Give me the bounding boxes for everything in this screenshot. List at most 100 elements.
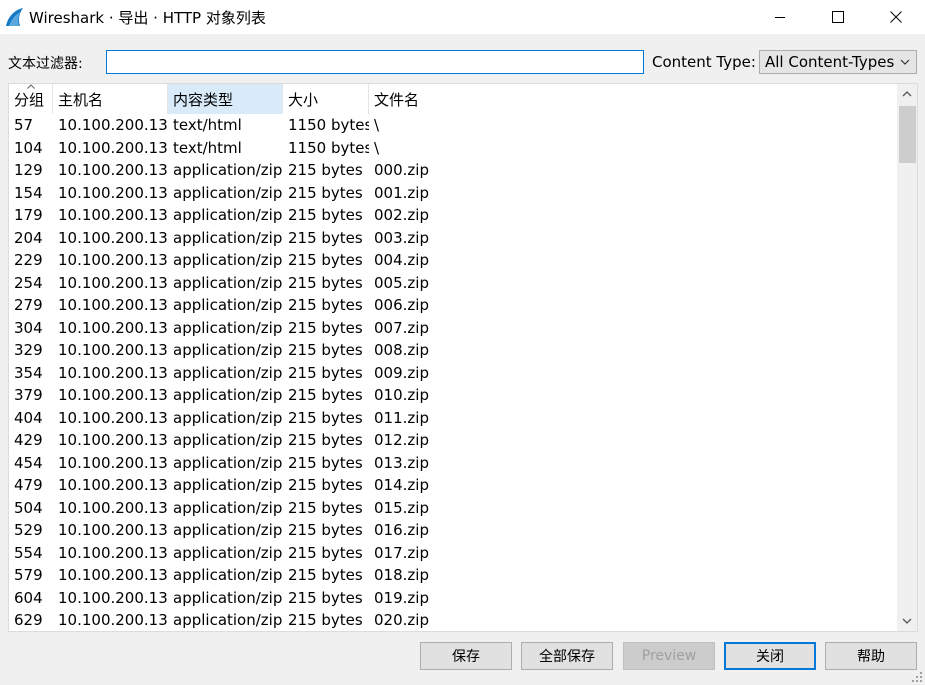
cell-filename: 018.zip [374, 566, 429, 585]
cell-content-type: application/zip [173, 498, 283, 517]
column-header-packet[interactable]: 分组 [9, 84, 53, 114]
chevron-down-icon [900, 59, 910, 65]
table-row[interactable]: 154 10.100.200.130 application/zip 215 byte… [9, 182, 897, 205]
cell-content-type: application/zip [173, 341, 283, 360]
close-button[interactable] [867, 0, 925, 34]
cell-size: 215 bytes [288, 476, 363, 495]
table-row[interactable]: 604 10.100.200.130 application/zip 215 byte… [9, 587, 897, 610]
table-row[interactable]: 57 10.100.200.130 text/html 1150 bytes \ [9, 114, 897, 137]
close-icon [890, 11, 902, 23]
table-row[interactable]: 504 10.100.200.130 application/zip 215 byte… [9, 497, 897, 520]
minimize-icon [775, 17, 785, 18]
table-row[interactable]: 379 10.100.200.130 application/zip 215 byte… [9, 384, 897, 407]
column-header-content-type[interactable]: 内容类型 [168, 84, 283, 114]
content-type-label: Content Type: [652, 53, 756, 71]
cell-hostname: 10.100.200.130 [58, 476, 168, 495]
cell-packet: 529 [14, 521, 43, 540]
cell-hostname: 10.100.200.130 [58, 116, 168, 135]
cell-hostname: 10.100.200.130 [58, 386, 168, 405]
table-row[interactable]: 329 10.100.200.130 application/zip 215 byte… [9, 339, 897, 362]
cell-hostname: 10.100.200.130 [58, 296, 168, 315]
cell-content-type: application/zip [173, 386, 283, 405]
content-type-select[interactable]: All Content-Types [759, 50, 917, 74]
table-row[interactable]: 129 10.100.200.130 application/zip 215 byte… [9, 159, 897, 182]
cell-size: 215 bytes [288, 588, 363, 607]
cell-packet: 179 [14, 206, 43, 225]
cell-size: 215 bytes [288, 161, 363, 180]
cell-size: 215 bytes [288, 363, 363, 382]
cell-size: 215 bytes [288, 318, 363, 337]
cell-filename: 000.zip [374, 161, 429, 180]
resize-grip-icon[interactable] [911, 671, 923, 683]
vertical-scrollbar[interactable] [897, 84, 917, 631]
cell-content-type: application/zip [173, 161, 283, 180]
table-row[interactable]: 304 10.100.200.130 application/zip 215 byte… [9, 317, 897, 340]
cell-hostname: 10.100.200.130 [58, 251, 168, 270]
cell-filename: \ [374, 116, 380, 135]
text-filter-input[interactable] [106, 50, 644, 74]
cell-packet: 104 [14, 138, 43, 157]
preview-button[interactable]: Preview [623, 642, 715, 670]
cell-content-type: application/zip [173, 296, 283, 315]
wireshark-fin-icon [6, 8, 23, 26]
maximize-icon [832, 11, 844, 23]
scroll-up-button[interactable] [897, 84, 917, 104]
table-row[interactable]: 404 10.100.200.130 application/zip 215 byte… [9, 407, 897, 430]
save-all-button[interactable]: 全部保存 [521, 642, 613, 670]
cell-hostname: 10.100.200.130 [58, 543, 168, 562]
cell-content-type: application/zip [173, 183, 283, 202]
table-row[interactable]: 529 10.100.200.130 application/zip 215 byte… [9, 519, 897, 542]
cell-hostname: 10.100.200.130 [58, 566, 168, 585]
title-bar[interactable]: Wireshark · 导出 · HTTP 对象列表 [0, 0, 925, 34]
cell-content-type: application/zip [173, 318, 283, 337]
minimize-button[interactable] [751, 0, 809, 34]
cell-filename: 008.zip [374, 341, 429, 360]
cell-hostname: 10.100.200.130 [58, 206, 168, 225]
cell-filename: \ [374, 138, 380, 157]
window-title: Wireshark · 导出 · HTTP 对象列表 [29, 8, 266, 27]
cell-size: 215 bytes [288, 431, 363, 450]
table-row[interactable]: 229 10.100.200.130 application/zip 215 byte… [9, 249, 897, 272]
table-row[interactable]: 554 10.100.200.130 application/zip 215 byte… [9, 542, 897, 565]
sort-caret-icon [27, 84, 35, 89]
cell-hostname: 10.100.200.130 [58, 318, 168, 337]
column-header-size[interactable]: 大小 [283, 84, 369, 114]
column-header-hostname[interactable]: 主机名 [53, 84, 168, 114]
table-row[interactable]: 479 10.100.200.130 application/zip 215 byte… [9, 474, 897, 497]
column-header-filename[interactable]: 文件名 [369, 84, 489, 114]
scroll-down-button[interactable] [897, 611, 917, 631]
scroll-thumb[interactable] [899, 106, 916, 163]
cell-hostname: 10.100.200.130 [58, 228, 168, 247]
table-row[interactable]: 179 10.100.200.130 application/zip 215 byte… [9, 204, 897, 227]
save-button[interactable]: 保存 [420, 642, 512, 670]
cell-size: 1150 bytes [288, 138, 369, 157]
cell-packet: 229 [14, 251, 43, 270]
table-row[interactable]: 579 10.100.200.130 application/zip 215 byte… [9, 564, 897, 587]
cell-hostname: 10.100.200.130 [58, 521, 168, 540]
table-row[interactable]: 279 10.100.200.130 application/zip 215 byte… [9, 294, 897, 317]
cell-filename: 020.zip [374, 611, 429, 630]
help-button[interactable]: 帮助 [825, 642, 917, 670]
maximize-button[interactable] [809, 0, 867, 34]
table-row[interactable]: 629 10.100.200.130 application/zip 215 byte… [9, 609, 897, 631]
cell-filename: 003.zip [374, 228, 429, 247]
cell-packet: 354 [14, 363, 43, 382]
table-row[interactable]: 354 10.100.200.130 application/zip 215 byte… [9, 362, 897, 385]
text-filter-label: 文本过滤器: [8, 56, 83, 72]
table-row[interactable]: 204 10.100.200.130 application/zip 215 byte… [9, 227, 897, 250]
cell-packet: 304 [14, 318, 43, 337]
table-row[interactable]: 429 10.100.200.130 application/zip 215 byte… [9, 429, 897, 452]
cell-size: 215 bytes [288, 453, 363, 472]
cell-content-type: application/zip [173, 566, 283, 585]
table-row[interactable]: 104 10.100.200.130 text/html 1150 bytes \ [9, 137, 897, 160]
cell-size: 215 bytes [288, 386, 363, 405]
close-dialog-button[interactable]: 关闭 [724, 642, 816, 670]
cell-hostname: 10.100.200.130 [58, 161, 168, 180]
cell-hostname: 10.100.200.130 [58, 431, 168, 450]
table-row[interactable]: 254 10.100.200.130 application/zip 215 byte… [9, 272, 897, 295]
http-object-table[interactable]: 分组 主机名 内容类型 大小 文件名 57 10.100.200.130 text/… [8, 83, 918, 632]
chevron-up-icon [902, 91, 912, 97]
cell-size: 215 bytes [288, 498, 363, 517]
table-row[interactable]: 454 10.100.200.130 application/zip 215 byte… [9, 452, 897, 475]
cell-hostname: 10.100.200.130 [58, 183, 168, 202]
